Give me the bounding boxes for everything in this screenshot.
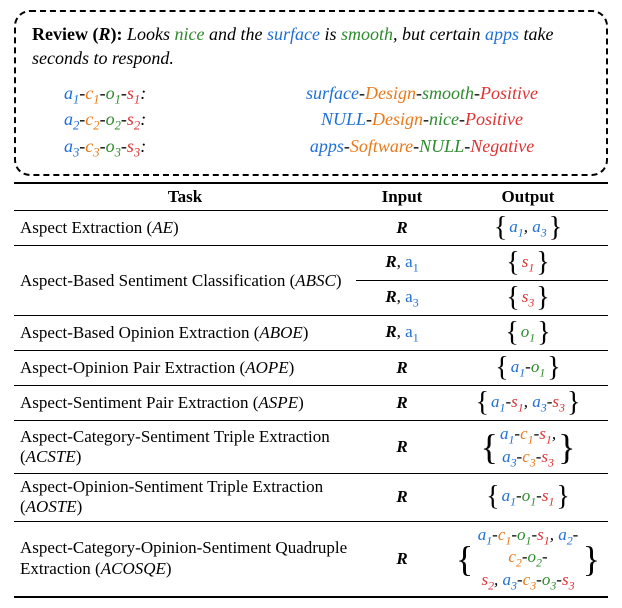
output-cell: {a1-s1, a3-s3} <box>448 386 608 421</box>
table-row: Aspect Extraction (AE)R{a1, a3} <box>14 211 608 246</box>
output-cell: {a1-o1} <box>448 351 608 386</box>
task-name-cell: Aspect-Category-Opinion-Sentiment Quadru… <box>14 521 356 597</box>
input-cell: R, a1 <box>356 246 448 281</box>
task-name-cell: Aspect-Opinion-Sentiment Triple Extracti… <box>14 473 356 521</box>
task-name-cell: Aspect-Opinion Pair Extraction (AOPE) <box>14 351 356 386</box>
input-cell: R <box>356 386 448 421</box>
output-cell: {a1, a3} <box>448 211 608 246</box>
table-row: Aspect-Based Sentiment Classification (A… <box>14 246 608 281</box>
input-cell: R, a3 <box>356 281 448 316</box>
output-cell: {a1-c1-s1,a3-c3-s3} <box>448 421 608 473</box>
output-cell: {s1} <box>448 246 608 281</box>
table-header-row: Task Input Output <box>14 183 608 211</box>
review-label: Review (R): <box>32 24 127 44</box>
figure-wrap: Review (R): Looks nice and the surface i… <box>0 0 622 608</box>
table-row: Aspect-Based Opinion Extraction (ABOE)R,… <box>14 316 608 351</box>
triple-row: a2-c2-o2-s2:NULL-Design-nice-Positive <box>32 109 590 134</box>
table-row: Aspect-Sentiment Pair Extraction (ASPE)R… <box>14 386 608 421</box>
output-cell: {s3} <box>448 281 608 316</box>
task-name-cell: Aspect-Sentiment Pair Extraction (ASPE) <box>14 386 356 421</box>
input-cell: R <box>356 351 448 386</box>
review-text: Review (R): Looks nice and the surface i… <box>32 22 590 71</box>
input-cell: R <box>356 421 448 473</box>
table-row: Aspect-Category-Opinion-Sentiment Quadru… <box>14 521 608 597</box>
triple-row: a1-c1-o1-s1:surface-Design-smooth-Positi… <box>32 83 590 108</box>
header-input: Input <box>356 183 448 211</box>
output-cell: {o1} <box>448 316 608 351</box>
task-name-cell: Aspect-Category-Sentiment Triple Extract… <box>14 421 356 473</box>
triple-row: a3-c3-o3-s3:apps-Software-NULL-Negative <box>32 136 590 161</box>
table-row: Aspect-Opinion-Sentiment Triple Extracti… <box>14 473 608 521</box>
input-cell: R <box>356 211 448 246</box>
table-row: Aspect-Opinion Pair Extraction (AOPE)R{a… <box>14 351 608 386</box>
task-name-cell: Aspect-Based Sentiment Classification (A… <box>14 246 356 316</box>
tasks-table: Task Input Output Aspect Extraction (AE)… <box>14 182 608 597</box>
header-output: Output <box>448 183 608 211</box>
header-task: Task <box>14 183 356 211</box>
table-row: Aspect-Category-Sentiment Triple Extract… <box>14 421 608 473</box>
output-cell: {a1-c1-o1-s1, a2-c2-o2-s2, a3-c3-o3-s3} <box>448 521 608 597</box>
input-cell: R <box>356 521 448 597</box>
task-name-cell: Aspect Extraction (AE) <box>14 211 356 246</box>
review-box: Review (R): Looks nice and the surface i… <box>14 10 608 176</box>
input-cell: R <box>356 473 448 521</box>
triple-list: a1-c1-o1-s1:surface-Design-smooth-Positi… <box>32 83 590 161</box>
output-cell: {a1-o1-s1} <box>448 473 608 521</box>
task-name-cell: Aspect-Based Opinion Extraction (ABOE) <box>14 316 356 351</box>
input-cell: R, a1 <box>356 316 448 351</box>
